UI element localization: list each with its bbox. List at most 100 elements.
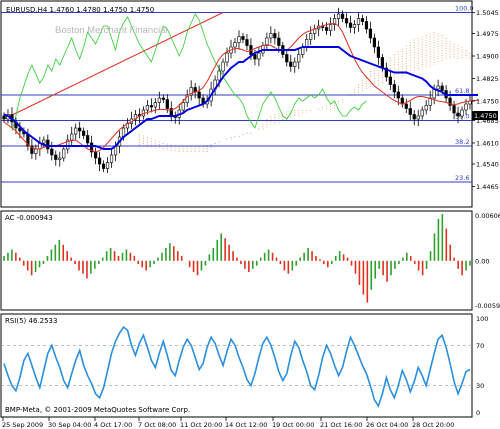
candle-body: [336, 13, 341, 19]
candle-body: [2, 115, 6, 120]
rsi-y-tick-label: 0: [476, 409, 480, 417]
watermark-text: Boston Merchant Financial: [55, 25, 167, 36]
rsi-panel-frame: [0, 313, 473, 418]
candle-body: [325, 27, 329, 31]
eurusd-chart: 100.061.850.038.223.6 EURUSD,H4 1.4760 1…: [0, 0, 500, 429]
candle-body: [452, 105, 456, 114]
current-price-label: 1.4750: [474, 112, 497, 120]
candle-body: [400, 97, 404, 105]
candle-body: [70, 133, 74, 141]
y-tick-label: 1.4825: [476, 75, 499, 83]
candle-body: [404, 103, 408, 109]
candle-body: [412, 114, 416, 120]
fib-level-label: 100.0: [455, 5, 474, 13]
candle-body: [257, 52, 261, 60]
x-tick-label: 19 Oct 00:00: [272, 421, 314, 429]
candle-body: [58, 157, 62, 160]
candle-body: [50, 148, 54, 156]
candle-body: [464, 103, 468, 111]
x-tick-label: 26 Oct 04:00: [366, 421, 408, 429]
candle-body: [376, 46, 380, 58]
candle-body: [416, 115, 420, 120]
candle-body: [436, 85, 440, 90]
candle-body: [237, 36, 241, 43]
ac-y-tick-label: 0.006064: [475, 212, 500, 220]
time-axis: 25 Sep 2009 30 Sep 04:00 4 Oct 17:00 7 Oct …: [2, 417, 454, 429]
rsi-panel: RSI(5) 46.2533 BMP-Meta, © 2001-2009 Met…: [0, 313, 488, 418]
candle-body: [364, 21, 369, 30]
candle-body: [109, 154, 114, 163]
candle-body: [328, 24, 333, 31]
candle-body: [105, 162, 110, 169]
candle-body: [233, 42, 237, 48]
candle-body: [352, 24, 357, 28]
y-tick-label: 1.4975: [476, 30, 499, 38]
x-tick-label: 30 Sep 04:00: [48, 421, 91, 429]
ac-y-tick-label: 0.00: [475, 257, 489, 265]
y-tick-label: 1.4900: [476, 53, 499, 61]
candle-body: [360, 18, 365, 22]
ac-panel: AC -0.000943 0.006064 0.00 -0.00599: [0, 210, 500, 311]
candle-body: [97, 157, 102, 165]
rsi-y-axis: 100 70 30 0: [476, 315, 488, 417]
candle-body: [241, 36, 245, 40]
price-y-axis: 1.50451.49751.49001.48251.47501.46851.46…: [472, 9, 499, 191]
candle-body: [285, 54, 289, 63]
candle-body: [225, 52, 229, 63]
rsi-indicator-title: RSI(5) 46.2533: [5, 317, 57, 325]
candle-body: [344, 18, 349, 24]
candle-body: [396, 91, 400, 99]
candle-body: [348, 22, 353, 28]
candle-body: [273, 33, 277, 39]
candle-body: [54, 154, 58, 160]
candle-body: [305, 39, 309, 48]
candle-body: [253, 54, 257, 60]
ac-y-tick-label: -0.00599: [475, 302, 500, 310]
copyright-footer: BMP-Meta, © 2001-2009 MetaQuotes Softwar…: [5, 406, 190, 414]
candle-body: [309, 33, 313, 40]
x-tick-label: 4 Oct 17:00: [94, 421, 132, 429]
x-tick-label: 7 Oct 08:00: [138, 421, 176, 429]
candle-body: [217, 70, 221, 81]
ac-indicator-title: AC -0.000943: [5, 214, 53, 222]
candle-body: [34, 148, 38, 154]
fib-level-label: 23.6: [455, 174, 469, 182]
y-tick-label: 1.4540: [476, 161, 499, 169]
candle-body: [293, 61, 297, 67]
candle-body: [62, 148, 66, 159]
x-tick-label: 11 Oct 20:00: [180, 421, 222, 429]
candle-body: [101, 163, 106, 169]
candle-body: [372, 37, 377, 48]
candle-body: [368, 28, 373, 39]
candle-body: [149, 105, 153, 108]
x-tick-label: 25 Sep 2009: [2, 421, 43, 429]
price-panel: 100.061.850.038.223.6 EURUSD,H4 1.4760 1…: [0, 0, 499, 208]
x-tick-label: 21 Oct 16:00: [320, 421, 362, 429]
candle-body: [269, 33, 273, 39]
candle-body: [460, 109, 464, 117]
candle-body: [221, 61, 225, 72]
candle-body: [74, 127, 78, 135]
candle-body: [42, 139, 46, 144]
candle-body: [356, 18, 361, 25]
candle-body: [420, 109, 424, 117]
candle-body: [277, 37, 281, 46]
candle-body: [245, 39, 249, 46]
fib-level-label: 38.2: [455, 138, 469, 146]
candle-body: [165, 99, 169, 109]
candle-body: [380, 57, 384, 69]
current-price-tag: 1.4750: [472, 111, 498, 120]
y-tick-label: 1.5045: [476, 9, 499, 17]
rsi-y-tick-label: 30: [476, 382, 484, 390]
candle-body: [440, 85, 444, 91]
rsi-y-tick-label: 100: [476, 315, 488, 323]
fib-level-label: 61.8: [455, 87, 469, 95]
y-tick-label: 1.4465: [476, 183, 499, 191]
candle-body: [78, 127, 82, 132]
candle-body: [388, 76, 392, 85]
candle-body: [297, 54, 301, 63]
candle-body: [289, 61, 293, 67]
candle-body: [197, 91, 201, 99]
candle-body: [82, 130, 86, 136]
candle-body: [46, 139, 50, 150]
